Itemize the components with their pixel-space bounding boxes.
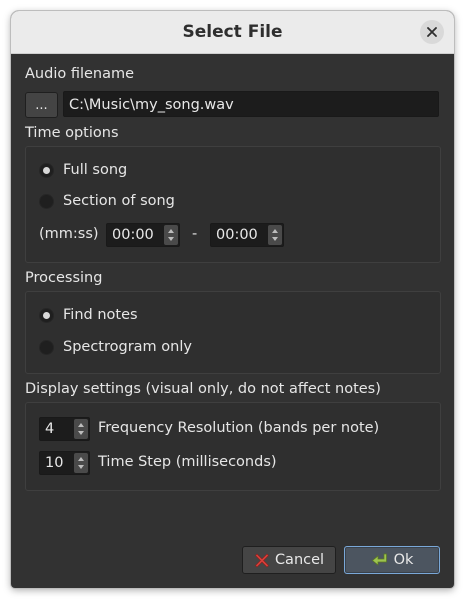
time-range-label: (mm:ss) [39, 226, 99, 242]
radio-button-checked[interactable] [39, 162, 54, 178]
browse-button[interactable]: ... [25, 92, 58, 118]
close-icon [427, 27, 437, 37]
radio-spectrogram-only[interactable]: Spectrogram only [39, 339, 192, 355]
ok-label: Ok [393, 552, 414, 568]
full-song-label: Full song [63, 162, 128, 178]
start-time-spinbox[interactable]: 00:00 [106, 223, 180, 247]
up-arrow-icon[interactable] [78, 423, 84, 427]
audio-filename-label: Audio filename [25, 66, 135, 82]
cancel-label: Cancel [274, 552, 325, 568]
up-arrow-icon[interactable] [168, 229, 174, 233]
select-file-dialog: Select File Audio filename ... C:\Music\… [11, 11, 454, 588]
processing-label: Processing [25, 270, 103, 286]
end-time-stepper[interactable] [268, 225, 282, 245]
green-enter-arrow-icon [371, 552, 389, 568]
time-options-label: Time options [25, 125, 119, 141]
section-of-song-label: Section of song [63, 193, 175, 209]
radio-button-unchecked[interactable] [39, 339, 54, 355]
ok-button[interactable]: Ok [344, 546, 440, 574]
down-arrow-icon[interactable] [78, 465, 84, 469]
filename-input[interactable]: C:\Music\my_song.wav [63, 91, 439, 117]
radio-button-checked[interactable] [39, 307, 54, 323]
radio-section-of-song[interactable]: Section of song [39, 193, 175, 209]
frequency-resolution-value: 4 [45, 421, 55, 437]
radio-button-unchecked[interactable] [39, 193, 54, 209]
frequency-resolution-label: Frequency Resolution (bands per note) [98, 420, 380, 436]
spectrogram-only-label: Spectrogram only [63, 339, 192, 355]
start-time-stepper[interactable] [164, 225, 178, 245]
close-button[interactable] [420, 20, 444, 44]
time-step-value: 10 [45, 455, 64, 471]
find-notes-label: Find notes [63, 307, 138, 323]
down-arrow-icon[interactable] [78, 431, 84, 435]
radio-full-song[interactable]: Full song [39, 162, 127, 178]
radio-find-notes[interactable]: Find notes [39, 307, 138, 323]
time-step-label: Time Step (milliseconds) [98, 454, 277, 470]
processing-group [25, 291, 441, 374]
cancel-button[interactable]: Cancel [242, 546, 336, 574]
up-arrow-icon[interactable] [272, 229, 278, 233]
title-bar: Select File [11, 11, 454, 54]
frequency-resolution-stepper[interactable] [74, 419, 88, 439]
display-settings-group [25, 402, 441, 491]
down-arrow-icon[interactable] [272, 237, 278, 241]
start-time-value: 00:00 [112, 227, 154, 243]
down-arrow-icon[interactable] [168, 237, 174, 241]
up-arrow-icon[interactable] [78, 457, 84, 461]
frequency-resolution-spinbox[interactable]: 4 [39, 417, 90, 441]
red-x-icon [254, 552, 270, 568]
dialog-title: Select File [182, 22, 283, 42]
time-range-separator: - [192, 226, 198, 242]
time-step-spinbox[interactable]: 10 [39, 451, 90, 475]
time-step-stepper[interactable] [74, 453, 88, 473]
end-time-spinbox[interactable]: 00:00 [210, 223, 284, 247]
display-settings-label: Display settings (visual only, do not af… [25, 381, 381, 397]
end-time-value: 00:00 [216, 227, 258, 243]
